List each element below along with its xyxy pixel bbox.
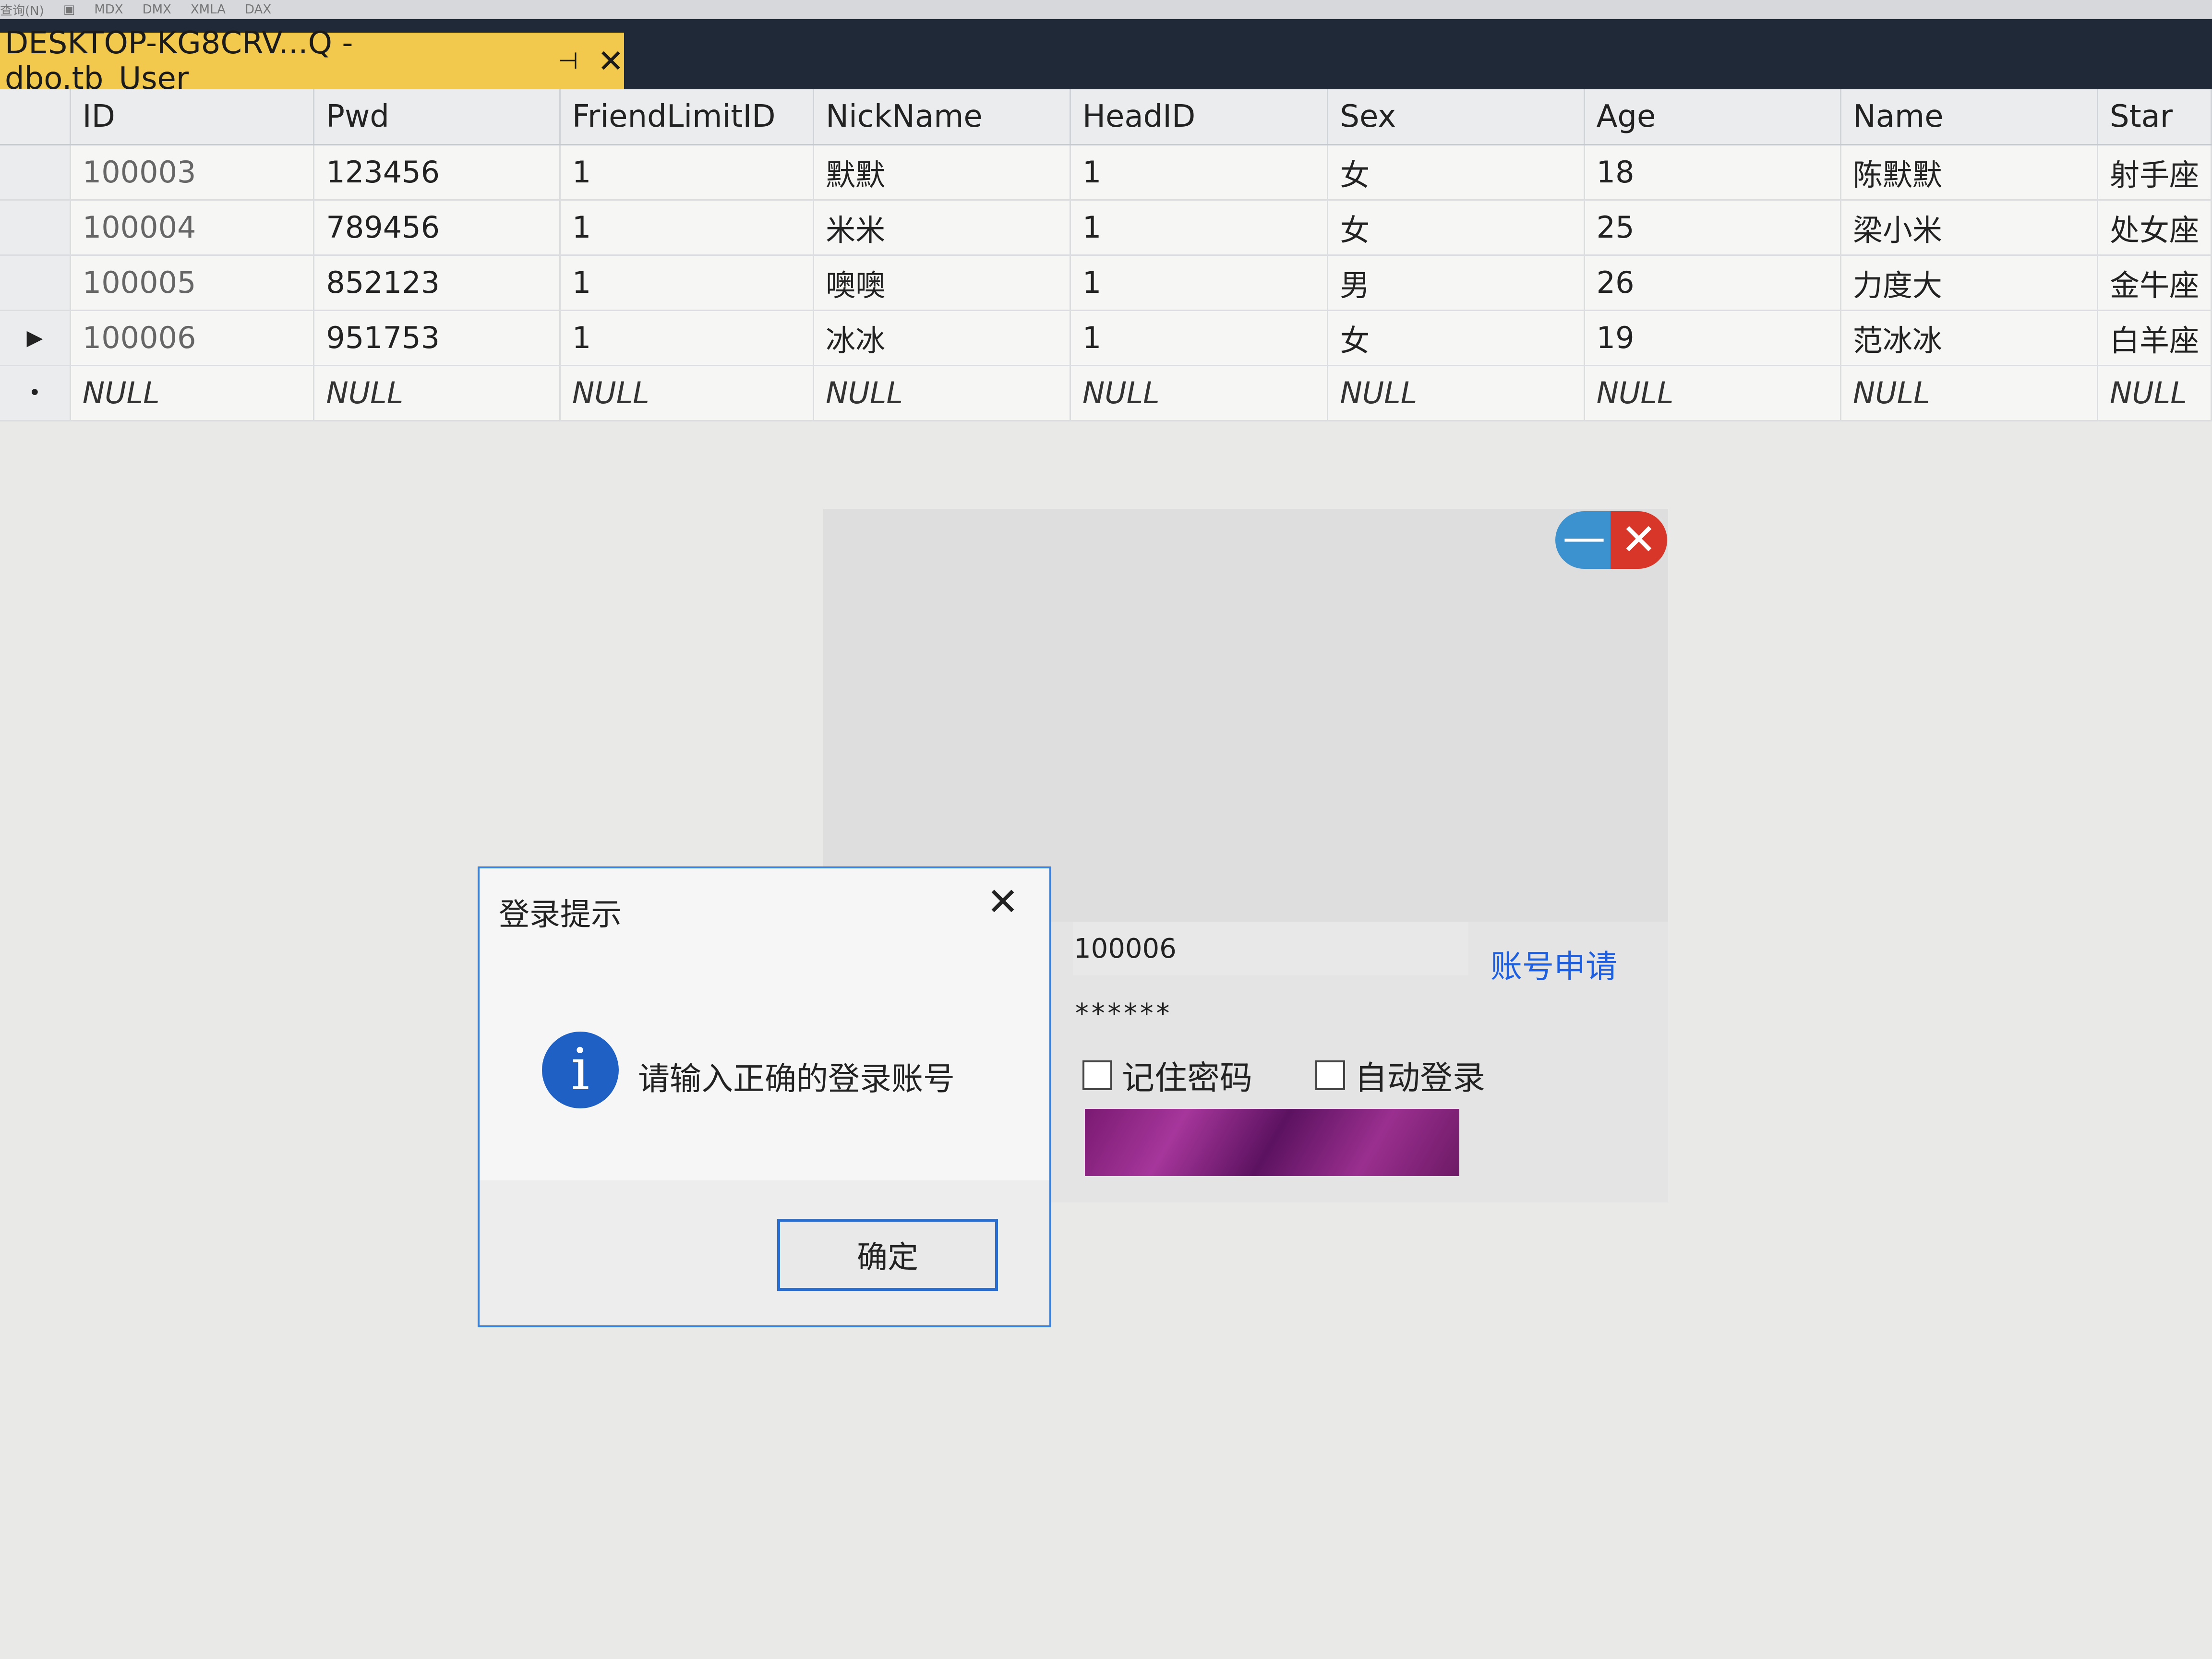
table-cell[interactable]: 1 [1070, 144, 1329, 201]
table-cell[interactable]: 米米 [813, 200, 1071, 256]
message-text: 请输入正确的登录账号 [638, 1060, 955, 1097]
toolbar-item[interactable]: DMX [143, 2, 171, 17]
table-cell[interactable]: 女 [1327, 200, 1585, 256]
table-cell[interactable]: 1 [1070, 200, 1329, 256]
toolbar-item[interactable]: MDX [94, 2, 123, 17]
table-row[interactable]: 100004 789456 1 米米 1 女 25 梁小米 处女座 [0, 200, 2212, 256]
table-row[interactable]: 100005 852123 1 噢噢 1 男 26 力度大 金牛座 [0, 255, 2212, 311]
close-button[interactable]: ✕ [1611, 511, 1667, 569]
info-icon: i [542, 1032, 619, 1108]
table-cell[interactable]: 1 [1070, 310, 1329, 366]
column-header[interactable]: NickName [813, 89, 1071, 145]
table-cell[interactable]: NULL [313, 365, 561, 421]
row-marker[interactable]: • [0, 365, 71, 421]
message-box: 登录提示 ✕ i 请输入正确的登录账号 确定 [478, 866, 1051, 1327]
table-row[interactable]: ▶ 100006 951753 1 冰冰 1 女 19 范冰冰 白羊座 [0, 310, 2212, 366]
column-header[interactable]: Age [1584, 89, 1841, 145]
row-marker[interactable]: ▶ [0, 310, 71, 366]
table-cell[interactable]: NULL [2097, 365, 2212, 421]
table-cell[interactable]: NULL [1070, 365, 1329, 421]
ok-button[interactable]: 确定 [777, 1219, 998, 1291]
header-row: ID Pwd FriendLimitID NickName HeadID Sex… [0, 89, 2212, 145]
column-header[interactable]: ID [70, 89, 315, 145]
results-grid: ID Pwd FriendLimitID NickName HeadID Sex… [0, 89, 2212, 421]
toolbar-item[interactable]: DAX [245, 2, 271, 17]
auto-login-checkbox[interactable]: 自动登录 [1315, 1051, 1485, 1099]
table-cell[interactable]: 梁小米 [1840, 200, 2098, 256]
auto-login-label: 自动登录 [1355, 1059, 1486, 1097]
table-cell[interactable]: 26 [1584, 255, 1841, 311]
row-marker[interactable] [0, 255, 71, 311]
table-cell[interactable]: 射手座 [2097, 144, 2212, 201]
table-cell[interactable]: 处女座 [2097, 200, 2212, 256]
column-header[interactable]: FriendLimitID [560, 89, 815, 145]
table-cell[interactable]: 噢噢 [813, 255, 1071, 311]
close-icon[interactable]: ✕ [598, 43, 624, 80]
table-cell[interactable]: NULL [1327, 365, 1585, 421]
password-input[interactable] [1073, 989, 1468, 1038]
table-cell[interactable]: 951753 [313, 310, 561, 366]
message-box-title: 登录提示 [499, 897, 622, 933]
table-cell[interactable]: 100005 [70, 255, 315, 311]
login-button[interactable] [1085, 1109, 1459, 1176]
checkbox-box[interactable] [1082, 1060, 1112, 1090]
row-marker[interactable] [0, 200, 71, 256]
checkbox-box[interactable] [1315, 1060, 1345, 1090]
document-tab-title: DESKTOP-KG8CRV...Q - dbo.tb_User [5, 25, 353, 96]
table-cell[interactable]: 男 [1327, 255, 1585, 311]
close-icon[interactable]: ✕ [984, 883, 1022, 921]
table-cell[interactable]: 默默 [813, 144, 1071, 201]
column-header[interactable]: Pwd [313, 89, 561, 145]
minimize-button[interactable]: — [1555, 511, 1613, 569]
pin-icon[interactable]: ⊣ [558, 48, 578, 74]
toolbar-item[interactable]: XMLA [191, 2, 226, 17]
table-cell[interactable]: 25 [1584, 200, 1841, 256]
table-cell[interactable]: 1 [560, 310, 815, 366]
table-cell[interactable]: 1 [560, 200, 815, 256]
table-cell[interactable]: 金牛座 [2097, 255, 2212, 311]
column-header[interactable]: Star [2097, 89, 2212, 145]
data-table: ID Pwd FriendLimitID NickName HeadID Sex… [0, 89, 2212, 421]
row-marker[interactable] [0, 144, 71, 201]
table-cell[interactable]: 冰冰 [813, 310, 1071, 366]
table-cell[interactable]: NULL [1840, 365, 2098, 421]
column-header[interactable]: Sex [1327, 89, 1585, 145]
table-cell[interactable]: 1 [560, 255, 815, 311]
table-cell[interactable]: 100004 [70, 200, 315, 256]
table-cell[interactable]: 女 [1327, 310, 1585, 366]
table-cell[interactable]: 100003 [70, 144, 315, 201]
table-cell[interactable]: 1 [1070, 255, 1329, 311]
column-header[interactable]: HeadID [1070, 89, 1329, 145]
table-cell[interactable]: NULL [70, 365, 315, 421]
table-cell[interactable]: 19 [1584, 310, 1841, 366]
table-cell[interactable]: 白羊座 [2097, 310, 2212, 366]
table-cell[interactable]: 123456 [313, 144, 561, 201]
table-row-new[interactable]: • NULL NULL NULL NULL NULL NULL NULL NUL… [0, 365, 2212, 421]
document-tab[interactable]: DESKTOP-KG8CRV...Q - dbo.tb_User ⊣ ✕ [0, 25, 624, 96]
table-cell[interactable]: NULL [1584, 365, 1841, 421]
table-cell[interactable]: 18 [1584, 144, 1841, 201]
toolbar: 查询(N) ▣ MDX DMX XMLA DAX [0, 0, 2212, 20]
row-header-corner[interactable] [0, 89, 71, 145]
remember-password-checkbox[interactable]: 记住密码 [1082, 1051, 1252, 1099]
toolbar-item[interactable]: 查询(N) [0, 1, 44, 19]
table-cell[interactable]: 范冰冰 [1840, 310, 2098, 366]
table-cell[interactable]: 789456 [313, 200, 561, 256]
table-cell[interactable]: 陈默默 [1840, 144, 2098, 201]
table-cell[interactable]: 女 [1327, 144, 1585, 201]
table-cell[interactable]: NULL [560, 365, 815, 421]
table-cell[interactable]: 1 [560, 144, 815, 201]
column-header[interactable]: Name [1840, 89, 2098, 145]
toolbar-item[interactable]: ▣ [63, 2, 75, 17]
table-cell[interactable]: 852123 [313, 255, 561, 311]
register-account-link[interactable]: 账号申请 [1491, 941, 1617, 987]
account-input[interactable] [1073, 922, 1468, 975]
table-row[interactable]: 100003 123456 1 默默 1 女 18 陈默默 射手座 [0, 144, 2212, 201]
table-cell[interactable]: NULL [813, 365, 1071, 421]
login-banner [823, 509, 1668, 922]
table-cell[interactable]: 力度大 [1840, 255, 2098, 311]
table-cell[interactable]: 100006 [70, 310, 315, 366]
remember-password-label: 记住密码 [1122, 1059, 1253, 1097]
